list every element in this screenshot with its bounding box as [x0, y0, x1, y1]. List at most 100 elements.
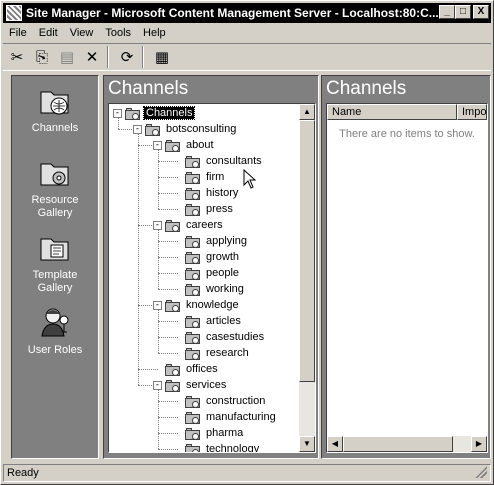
tree-node[interactable]: working: [173, 281, 246, 297]
tree-node[interactable]: - Channels: [113, 105, 196, 121]
collapse-toggle-icon[interactable]: -: [133, 124, 142, 134]
tree-node-label[interactable]: research: [204, 347, 251, 359]
tree-node-label[interactable]: casestudies: [204, 331, 266, 343]
horizontal-scroll-thumb[interactable]: [343, 436, 453, 452]
nav-channels[interactable]: Channels: [12, 82, 98, 135]
tree-connector: [158, 273, 178, 274]
collapse-toggle-icon[interactable]: -: [113, 108, 122, 118]
tree-node[interactable]: - botsconsulting: [133, 121, 238, 137]
collapse-toggle-icon[interactable]: -: [153, 140, 162, 150]
menu-bar: File Edit View Tools Help: [3, 24, 172, 42]
tree-node-label[interactable]: knowledge: [184, 299, 241, 311]
tree-node[interactable]: - careers: [153, 217, 225, 233]
refresh-icon[interactable]: ⟳: [116, 46, 138, 68]
tree-node-label[interactable]: working: [204, 283, 246, 295]
channel-folder-icon: [185, 267, 201, 280]
collapse-toggle-icon[interactable]: -: [153, 380, 162, 390]
empty-list-message: There are no items to show.: [339, 128, 475, 140]
tree-node[interactable]: consultants: [173, 153, 264, 169]
tree-node[interactable]: applying: [173, 233, 249, 249]
tree-connector: [138, 305, 152, 306]
scroll-thumb[interactable]: [299, 120, 315, 382]
collapse-toggle-icon[interactable]: -: [153, 300, 162, 310]
tree-node[interactable]: people: [173, 265, 241, 281]
tree-node-label[interactable]: pharma: [204, 427, 245, 439]
tree-node[interactable]: firm: [173, 169, 226, 185]
channel-folder-icon: [185, 315, 201, 328]
channel-tree[interactable]: ▲ ▼ - Channels - botsconsulting - about consul…: [108, 103, 316, 453]
tree-node[interactable]: casestudies: [173, 329, 266, 345]
tree-node-label[interactable]: firm: [204, 171, 226, 183]
tree-node-label[interactable]: technology: [204, 443, 261, 452]
list-horizontal-scrollbar[interactable]: ◀ ▶: [327, 436, 487, 452]
tree-node[interactable]: technology: [173, 441, 261, 452]
minimize-button[interactable]: _: [439, 5, 455, 19]
tree-node-label[interactable]: press: [204, 203, 235, 215]
tree-node[interactable]: history: [173, 185, 240, 201]
tree-node[interactable]: research: [173, 345, 251, 361]
item-list[interactable]: Name Impo There are no items to show. ◀ …: [326, 103, 488, 453]
channels-icon: [37, 82, 73, 118]
properties-icon[interactable]: ▦: [151, 46, 173, 68]
tree-node[interactable]: pharma: [173, 425, 245, 441]
menu-tools[interactable]: Tools: [99, 27, 137, 39]
channel-folder-icon: [165, 299, 181, 312]
tree-node[interactable]: manufacturing: [173, 409, 278, 425]
tree-node-label[interactable]: offices: [184, 363, 220, 375]
scroll-down-button[interactable]: ▼: [299, 436, 315, 452]
maximize-button[interactable]: □: [455, 5, 471, 19]
resize-grip[interactable]: [475, 466, 487, 478]
channel-folder-icon: [165, 363, 181, 376]
column-name[interactable]: Name: [327, 104, 457, 120]
tree-connector: [158, 193, 178, 194]
nav-template-gallery[interactable]: Template Gallery: [12, 229, 98, 295]
channel-folder-icon: [185, 411, 201, 424]
tree-connector: [118, 118, 119, 129]
tree-node[interactable]: offices: [153, 361, 220, 377]
delete-icon[interactable]: ✕: [81, 46, 103, 68]
toolbar-separator: [107, 46, 109, 68]
copy-icon[interactable]: ⎘: [31, 46, 53, 68]
tree-node-label[interactable]: construction: [204, 395, 267, 407]
tree-node-label[interactable]: careers: [184, 219, 225, 231]
column-importance[interactable]: Impo: [457, 104, 487, 120]
tree-node-label[interactable]: botsconsulting: [164, 123, 238, 135]
menu-edit[interactable]: Edit: [33, 27, 64, 39]
tree-node[interactable]: - about: [153, 137, 216, 153]
tree-panel: Channels ▲ ▼ - Channels - botsconsulting - ab…: [103, 75, 319, 459]
paste-icon[interactable]: ▤: [56, 46, 78, 68]
menu-file[interactable]: File: [3, 27, 33, 39]
navigation-bar: Channels Resource Gallery Template Galle…: [11, 75, 99, 459]
tree-node-label[interactable]: services: [184, 379, 228, 391]
tree-connector: [158, 161, 178, 162]
menu-view[interactable]: View: [64, 27, 100, 39]
nav-resource-gallery[interactable]: Resource Gallery: [12, 154, 98, 220]
collapse-toggle-icon[interactable]: -: [153, 220, 162, 230]
scroll-right-button[interactable]: ▶: [471, 436, 487, 452]
tree-node[interactable]: - services: [153, 377, 228, 393]
scissors-icon[interactable]: ✂: [6, 46, 28, 68]
menu-help[interactable]: Help: [137, 27, 172, 39]
tree-node-label[interactable]: manufacturing: [204, 411, 278, 423]
tree-vertical-scrollbar[interactable]: ▲ ▼: [299, 104, 315, 452]
tree-node-label[interactable]: consultants: [204, 155, 264, 167]
tree-connector: [158, 310, 159, 353]
tree-node-label[interactable]: growth: [204, 251, 241, 263]
tree-node[interactable]: - knowledge: [153, 297, 241, 313]
tree-node-label[interactable]: people: [204, 267, 241, 279]
tree-node[interactable]: growth: [173, 249, 241, 265]
scroll-up-button[interactable]: ▲: [299, 104, 315, 120]
tree-node[interactable]: construction: [173, 393, 267, 409]
tree-node-label[interactable]: Channels: [142, 106, 196, 120]
tree-node[interactable]: press: [173, 201, 235, 217]
tree-node-label[interactable]: history: [204, 187, 240, 199]
tree-connector: [158, 177, 178, 178]
close-button[interactable]: X: [473, 5, 489, 19]
tree-node-label[interactable]: about: [184, 139, 216, 151]
scroll-left-button[interactable]: ◀: [327, 436, 343, 452]
title-bar[interactable]: Site Manager - Microsoft Content Managem…: [3, 3, 491, 23]
tree-node[interactable]: articles: [173, 313, 243, 329]
tree-node-label[interactable]: applying: [204, 235, 249, 247]
tree-node-label[interactable]: articles: [204, 315, 243, 327]
nav-user-roles[interactable]: User Roles: [12, 304, 98, 357]
